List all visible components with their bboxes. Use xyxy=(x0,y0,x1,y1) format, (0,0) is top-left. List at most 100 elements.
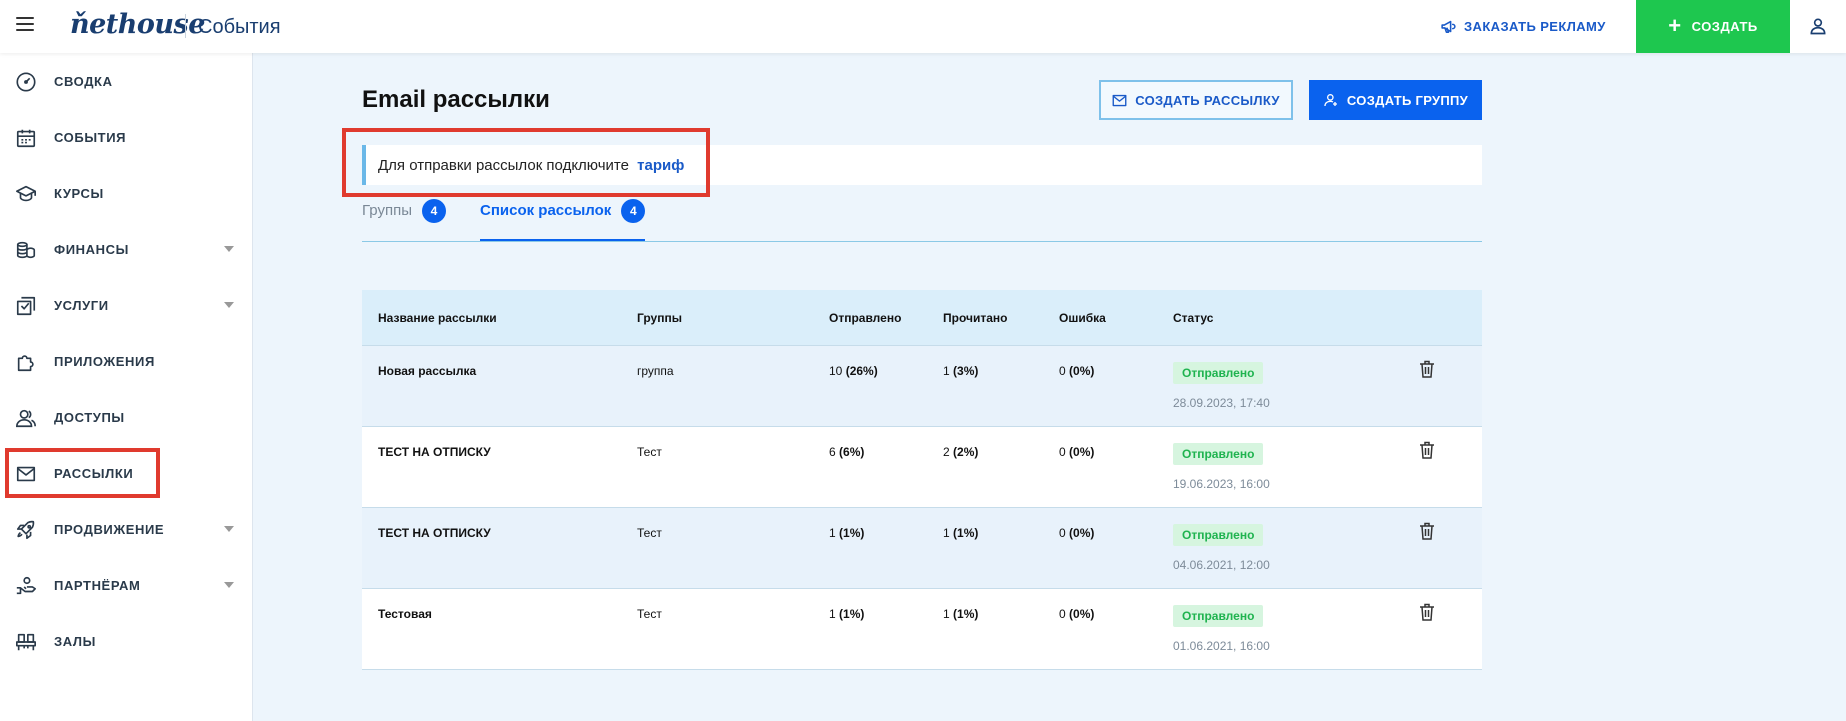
page-title: Email рассылки xyxy=(362,86,550,113)
sidebar-item-access[interactable]: ДОСТУПЫ xyxy=(0,397,252,437)
status-badge: Отправлено xyxy=(1173,605,1264,627)
create-group-button[interactable]: СОЗДАТЬ ГРУППУ xyxy=(1309,80,1482,120)
sent-count: 6 (6%) xyxy=(829,445,865,459)
mailing-group: группа xyxy=(637,364,674,378)
column-header-sent[interactable]: Отправлено xyxy=(829,311,901,325)
sidebar: СВОДКА СОБЫТИЯ КУРСЫ ФИНАНСЫ УСЛУГИ ПРИЛ… xyxy=(0,53,253,721)
trash-icon[interactable] xyxy=(1419,603,1435,621)
highlight-box xyxy=(342,128,710,197)
sent-count: 1 (1%) xyxy=(829,526,865,540)
sidebar-item-label: ПРИЛОЖЕНИЯ xyxy=(54,354,155,369)
sidebar-item-summary[interactable]: СВОДКА xyxy=(0,61,252,101)
table-row[interactable]: Тестовая Тест 1 (1%) 1 (1%) 0 (0%) Отпра… xyxy=(362,589,1482,670)
sidebar-item-events[interactable]: СОБЫТИЯ xyxy=(0,117,252,157)
create-label: СОЗДАТЬ xyxy=(1691,19,1758,34)
sent-count: 1 (1%) xyxy=(829,607,865,621)
mailing-name[interactable]: ТЕСТ НА ОТПИСКУ xyxy=(378,526,491,540)
top-bar: ňethouse События ЗАКАЗАТЬ РЕКЛАМУ + СОЗД… xyxy=(0,0,1846,53)
add-user-icon xyxy=(1324,94,1337,107)
read-count: 2 (2%) xyxy=(943,445,979,459)
menu-icon[interactable] xyxy=(16,17,34,31)
trash-icon[interactable] xyxy=(1419,441,1435,459)
chevron-down-icon[interactable] xyxy=(224,246,234,252)
plus-icon: + xyxy=(1668,12,1682,38)
highlight-box xyxy=(5,448,160,498)
column-header-read[interactable]: Прочитано xyxy=(943,311,1007,325)
read-count: 1 (1%) xyxy=(943,526,979,540)
status-date: 28.09.2023, 17:40 xyxy=(1173,396,1270,410)
chairs-icon xyxy=(16,633,36,651)
column-header-name[interactable]: Название рассылки xyxy=(378,311,497,325)
speedometer-icon xyxy=(16,72,36,92)
table-header: Название рассылки Группы Отправлено Проч… xyxy=(362,290,1482,346)
create-mailing-button[interactable]: СОЗДАТЬ РАССЫЛКУ xyxy=(1099,80,1293,120)
status-date: 01.06.2021, 16:00 xyxy=(1173,639,1270,653)
sidebar-item-courses[interactable]: КУРСЫ xyxy=(0,173,252,213)
sidebar-item-label: КУРСЫ xyxy=(54,186,104,201)
tab-label: Группы xyxy=(362,202,412,219)
sidebar-item-label: ДОСТУПЫ xyxy=(54,410,125,425)
status-badge: Отправлено xyxy=(1173,362,1264,384)
section-title[interactable]: События xyxy=(198,16,281,39)
status-date: 04.06.2021, 12:00 xyxy=(1173,558,1270,572)
coins-icon xyxy=(16,241,36,259)
sidebar-item-label: ФИНАНСЫ xyxy=(54,242,129,257)
count-badge: 4 xyxy=(621,199,646,223)
sidebar-item-finance[interactable]: ФИНАНСЫ xyxy=(0,229,252,269)
status-date: 19.06.2023, 16:00 xyxy=(1173,477,1270,491)
tab-mailing-list[interactable]: Список рассылок 4 xyxy=(480,199,646,241)
read-count: 1 (3%) xyxy=(943,364,979,378)
mailing-group: Тест xyxy=(637,526,662,540)
create-group-label: СОЗДАТЬ ГРУППУ xyxy=(1346,92,1469,108)
sidebar-item-partners[interactable]: ПАРТНЁРАМ xyxy=(0,565,252,605)
sidebar-item-label: ПРОДВИЖЕНИЕ xyxy=(54,522,165,537)
mailing-group: Тест xyxy=(637,607,662,621)
create-button[interactable]: + СОЗДАТЬ xyxy=(1636,0,1790,53)
sidebar-item-label: УСЛУГИ xyxy=(54,298,109,313)
folder-icon xyxy=(16,296,36,316)
sidebar-item-apps[interactable]: ПРИЛОЖЕНИЯ xyxy=(0,341,252,381)
trash-icon[interactable] xyxy=(1419,522,1435,540)
chevron-down-icon[interactable] xyxy=(224,582,234,588)
rocket-icon xyxy=(16,520,35,540)
tab-groups[interactable]: Группы 4 xyxy=(362,199,446,240)
table-row[interactable]: ТЕСТ НА ОТПИСКУ Тест 6 (6%) 2 (2%) 0 (0%… xyxy=(362,427,1482,508)
chevron-down-icon[interactable] xyxy=(224,526,234,532)
puzzle-icon xyxy=(17,355,34,372)
status-badge: Отправлено xyxy=(1173,443,1264,465)
table-row[interactable]: Новая рассылка группа 10 (26%) 1 (3%) 0 … xyxy=(362,346,1482,427)
column-header-status[interactable]: Статус xyxy=(1173,311,1213,325)
graduation-cap-icon xyxy=(16,185,36,202)
mailing-name[interactable]: Тестовая xyxy=(378,607,432,621)
order-ad-label: ЗАКАЗАТЬ РЕКЛАМУ xyxy=(1464,18,1606,34)
order-ad-button[interactable]: ЗАКАЗАТЬ РЕКЛАМУ xyxy=(1440,16,1606,36)
create-mailing-label: СОЗДАТЬ РАССЫЛКУ xyxy=(1135,92,1280,108)
sidebar-item-label: ПАРТНЁРАМ xyxy=(54,578,141,593)
users-icon xyxy=(16,409,36,428)
calendar-icon xyxy=(16,129,36,148)
column-header-groups[interactable]: Группы xyxy=(637,311,682,325)
tab-label: Список рассылок xyxy=(480,202,612,219)
sidebar-item-label: СВОДКА xyxy=(54,74,113,89)
sidebar-item-label: СОБЫТИЯ xyxy=(54,130,127,145)
error-count: 0 (0%) xyxy=(1059,445,1095,459)
sidebar-item-halls[interactable]: ЗАЛЫ xyxy=(0,621,252,661)
sidebar-item-promotion[interactable]: ПРОДВИЖЕНИЕ xyxy=(0,509,252,549)
tabs: Группы 4 Список рассылок 4 xyxy=(362,196,1482,242)
mailing-name[interactable]: ТЕСТ НА ОТПИСКУ xyxy=(378,445,491,459)
mailing-name[interactable]: Новая рассылка xyxy=(378,364,476,378)
sidebar-item-services[interactable]: УСЛУГИ xyxy=(0,285,252,325)
mailing-group: Тест xyxy=(637,445,662,459)
sidebar-item-label: ЗАЛЫ xyxy=(54,634,96,649)
mailings-table: Название рассылки Группы Отправлено Проч… xyxy=(362,290,1482,670)
count-badge: 4 xyxy=(421,199,446,223)
logo-divider xyxy=(185,14,186,38)
error-count: 0 (0%) xyxy=(1059,607,1095,621)
handshake-icon xyxy=(16,576,36,595)
chevron-down-icon[interactable] xyxy=(224,302,234,308)
trash-icon[interactable] xyxy=(1419,360,1435,378)
status-badge: Отправлено xyxy=(1173,524,1264,546)
column-header-error[interactable]: Ошибка xyxy=(1059,311,1106,325)
user-icon[interactable] xyxy=(1808,16,1828,36)
table-row[interactable]: ТЕСТ НА ОТПИСКУ Тест 1 (1%) 1 (1%) 0 (0%… xyxy=(362,508,1482,589)
